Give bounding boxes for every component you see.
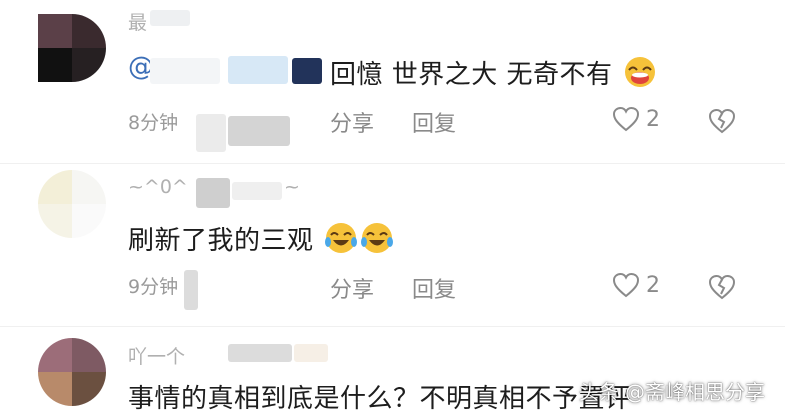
username-blur bbox=[228, 344, 292, 362]
username-blur bbox=[294, 344, 328, 362]
avatar[interactable] bbox=[38, 338, 106, 406]
meta-blur bbox=[184, 270, 198, 310]
crying-laughing-emoji-icon bbox=[361, 223, 394, 253]
comment-body: 事情的真相到底是什么？不明真相不予置评 bbox=[128, 384, 632, 414]
laughing-emoji-icon bbox=[625, 57, 656, 87]
heart-icon bbox=[612, 106, 640, 132]
meta-blur bbox=[228, 116, 290, 146]
username[interactable]: ~^0^ bbox=[128, 176, 188, 198]
meta-blur bbox=[196, 114, 226, 152]
reply-button[interactable]: 回复 bbox=[412, 272, 456, 304]
comment-text: 回憶 世界之大 无奇不有 bbox=[330, 54, 657, 91]
mention-blur bbox=[150, 58, 220, 84]
crying-laughing-emoji-icon bbox=[325, 223, 358, 253]
watermark: 头条 @斋峰相思分享 bbox=[578, 380, 765, 404]
comment-text: 刷新了我的三观 bbox=[128, 220, 394, 257]
username-blur bbox=[150, 10, 190, 26]
timestamp: 9分钟 bbox=[128, 276, 179, 298]
divider bbox=[0, 326, 785, 327]
avatar[interactable] bbox=[38, 170, 106, 238]
like-count: 2 bbox=[646, 272, 660, 298]
comment-body: 回憶 世界之大 无奇不有 bbox=[330, 60, 613, 90]
broken-heart-icon[interactable] bbox=[708, 274, 736, 300]
comment-body: 刷新了我的三观 bbox=[128, 226, 314, 256]
like-count: 2 bbox=[646, 106, 660, 132]
comment-text: 事情的真相到底是什么？不明真相不予置评 bbox=[128, 378, 632, 415]
like-button[interactable]: 2 bbox=[612, 106, 660, 132]
reply-button[interactable]: 回复 bbox=[412, 106, 456, 138]
like-button[interactable]: 2 bbox=[612, 272, 660, 298]
username-blur bbox=[196, 178, 230, 208]
mention-blur bbox=[292, 58, 322, 84]
broken-heart-icon[interactable] bbox=[708, 108, 736, 134]
timestamp: 8分钟 bbox=[128, 112, 179, 134]
divider bbox=[0, 163, 785, 164]
heart-icon bbox=[612, 272, 640, 298]
share-button[interactable]: 分享 bbox=[330, 272, 374, 304]
username-suffix: ~ bbox=[284, 176, 300, 198]
mention-blur bbox=[228, 56, 288, 84]
share-button[interactable]: 分享 bbox=[330, 106, 374, 138]
username[interactable]: 最 bbox=[128, 8, 147, 35]
username-blur bbox=[232, 182, 282, 200]
username[interactable]: 吖一个 bbox=[128, 342, 185, 369]
avatar[interactable] bbox=[38, 14, 106, 82]
